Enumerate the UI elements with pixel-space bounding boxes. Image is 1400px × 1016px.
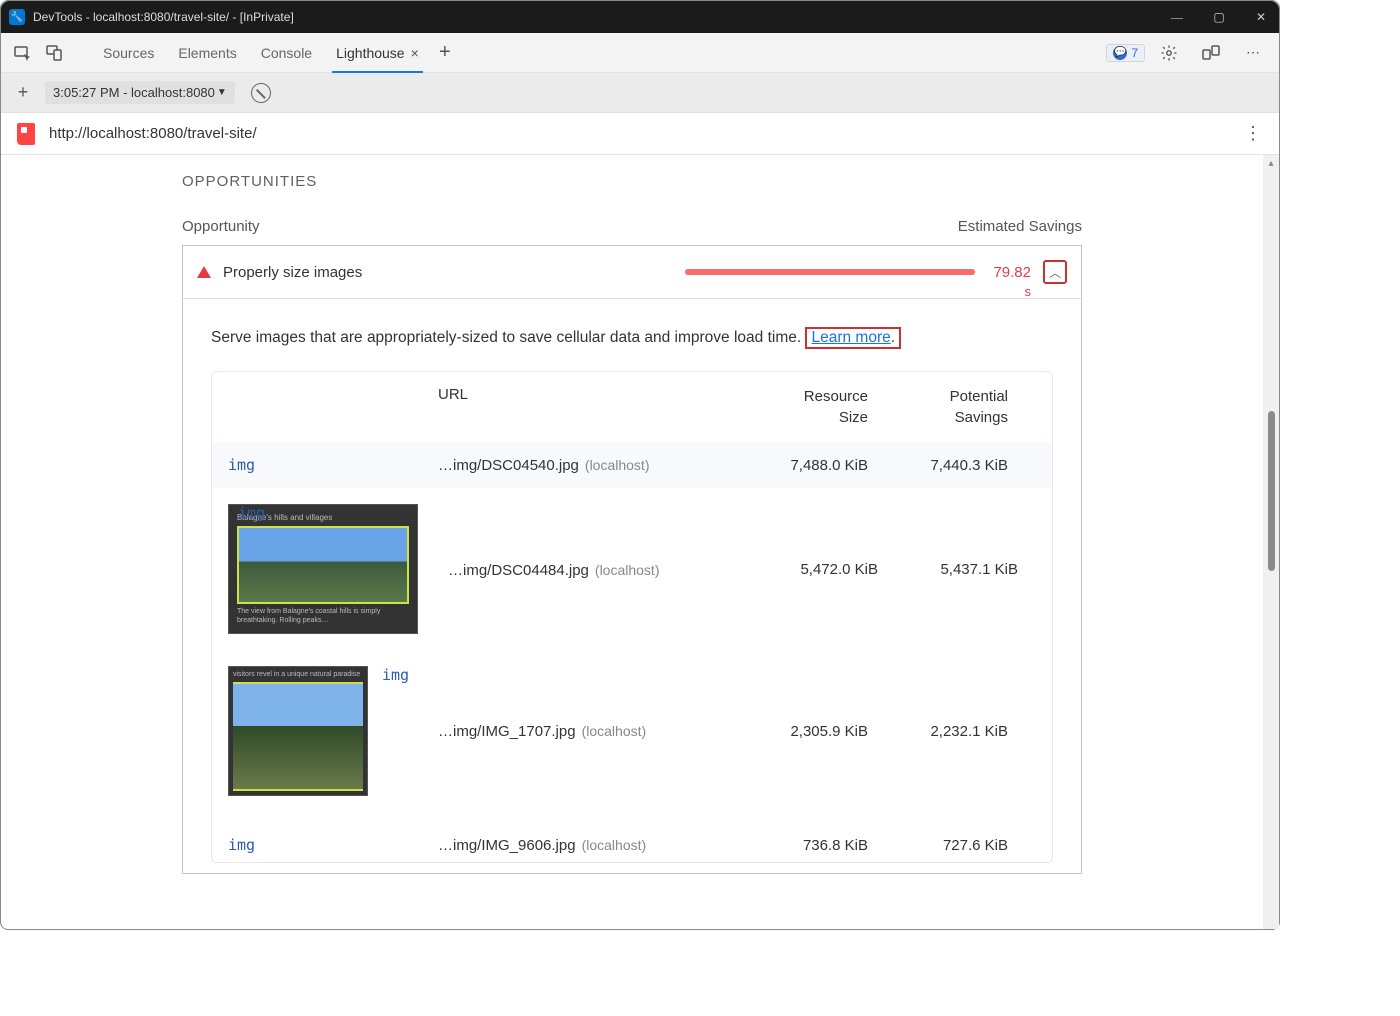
more-menu-icon[interactable]: ⋯ [1239,39,1267,67]
tab-elements[interactable]: Elements [166,33,248,73]
close-tab-icon[interactable]: × [411,45,419,61]
fail-triangle-icon [197,266,211,278]
report-selector[interactable]: 3:05:27 PM - localhost:8080▼ [45,81,235,104]
element-tag[interactable]: img [228,836,255,854]
learn-more-link[interactable]: Learn more [811,329,890,346]
table-row: visitors revel in a unique natural parad… [212,650,1052,812]
device-toggle-icon[interactable] [41,39,69,67]
window-title: DevTools - localhost:8080/travel-site/ -… [33,10,1167,24]
report-url: http://localhost:8080/travel-site/ [49,125,1244,142]
audit-description: Serve images that are appropriately-size… [211,327,1053,349]
collapse-chevron-icon[interactable]: ︿ [1043,260,1067,284]
table-row: Balagne's hills and villages The view fr… [212,488,1052,650]
resources-table: URL ResourceSize PotentialSavings img …i… [211,371,1053,863]
scroll-up-icon[interactable]: ▴ [1268,155,1273,171]
element-tag[interactable]: img [238,504,758,522]
tab-console[interactable]: Console [249,33,324,73]
scroll-thumb[interactable] [1268,411,1275,571]
close-button[interactable]: ✕ [1251,10,1271,25]
vertical-scrollbar[interactable]: ▴ [1263,155,1279,929]
audit-properly-size-images: Properly size images 79.82s ︿ Serve imag… [182,245,1082,874]
dock-side-icon[interactable] [1197,39,1225,67]
audit-header[interactable]: Properly size images 79.82s ︿ [183,246,1081,298]
table-header: URL ResourceSize PotentialSavings [212,372,1052,442]
tab-sources[interactable]: Sources [91,33,166,73]
inspect-icon[interactable] [9,39,37,67]
settings-gear-icon[interactable] [1155,39,1183,67]
lighthouse-icon [17,123,35,145]
window-titlebar: 🔧 DevTools - localhost:8080/travel-site/… [1,1,1279,33]
report-scroll-area[interactable]: OPPORTUNITIES Opportunity Estimated Savi… [1,155,1263,929]
thumbnail-preview: Balagne's hills and villages The view fr… [228,504,418,634]
savings-bar [685,269,975,275]
maximize-button[interactable]: ▢ [1209,10,1229,25]
thumbnail-preview: visitors revel in a unique natural parad… [228,666,368,796]
savings-value: 79.82s [987,264,1031,281]
table-row: img …img/IMG_9606.jpg(localhost) 736.8 K… [212,812,1052,862]
report-menu-icon[interactable]: ⋮ [1244,123,1263,144]
lighthouse-toolbar: + 3:05:27 PM - localhost:8080▼ [1,73,1279,113]
clear-icon[interactable] [251,83,271,103]
report-url-bar: http://localhost:8080/travel-site/ ⋮ [1,113,1279,155]
element-tag[interactable]: img [228,456,255,474]
issues-badge[interactable]: 💬7 [1106,44,1145,62]
new-report-button[interactable]: + [11,82,35,103]
minimize-button[interactable]: — [1167,10,1187,25]
audit-title: Properly size images [223,264,362,281]
opportunities-header: OPPORTUNITIES [182,163,1082,218]
devtools-tabbar: Sources Elements Console Lighthouse× + 💬… [1,33,1279,73]
add-tab-button[interactable]: + [431,39,459,67]
opportunities-legend: Opportunity Estimated Savings [182,218,1082,245]
element-tag[interactable]: img [382,666,409,796]
tab-lighthouse[interactable]: Lighthouse× [324,33,431,73]
app-icon: 🔧 [9,9,25,25]
table-row: img …img/DSC04540.jpg(localhost) 7,488.0… [212,442,1052,488]
